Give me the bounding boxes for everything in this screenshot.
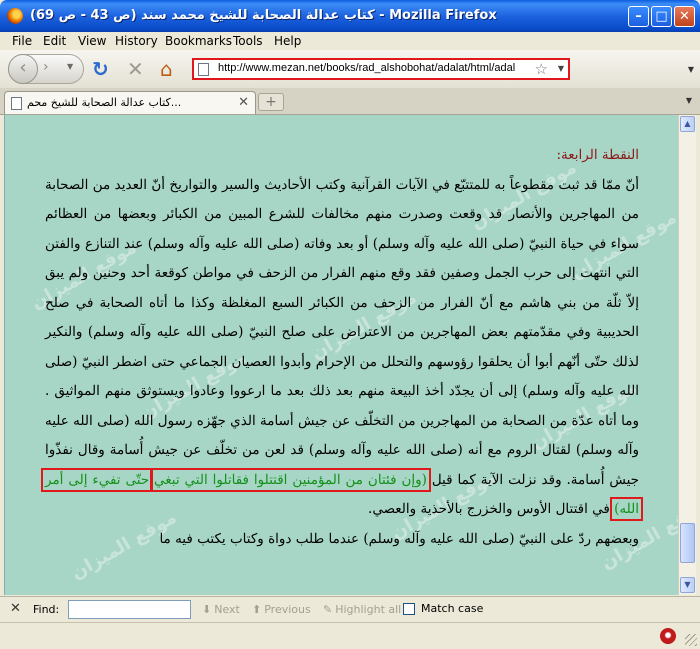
navigation-toolbar: ‹ › ▼ ↻ ✕ ⌂ http://www.mezan.net/books/r… [0, 50, 700, 89]
status-bar [0, 622, 700, 649]
scroll-thumb[interactable] [680, 523, 695, 563]
find-bar: ✕ Find: ⬇ Next ⬆ Previous ✎ Highlight all M… [0, 596, 700, 623]
match-case-label: Match case [421, 602, 484, 615]
page-icon [198, 63, 209, 76]
find-close-icon[interactable]: ✕ [10, 601, 21, 616]
page-icon [11, 97, 22, 110]
forward-button[interactable]: › [43, 59, 49, 75]
quran-verse-highlight: (وإن فئتان من المؤمنين اقتتلوا فقاتلوا ا… [150, 467, 431, 492]
menu-file[interactable]: File [12, 34, 32, 48]
menu-help[interactable]: Help [274, 34, 301, 48]
close-window-button[interactable]: ✕ [674, 6, 695, 27]
reload-button[interactable]: ↻ [92, 59, 109, 79]
new-tab-button[interactable]: + [258, 93, 284, 111]
firefox-logo-icon [7, 8, 23, 24]
paragraph-text: في اقتتال الأوس والخزرج بالأحذية والعصي. [368, 501, 610, 517]
tab-active[interactable]: كتاب عدالة الصحابة للشيخ محم... ✕ [4, 91, 256, 114]
menu-bar: File Edit View History Bookmarks Tools H… [0, 32, 700, 50]
highlight-icon: ✎ [323, 603, 333, 616]
tab-close-icon[interactable]: ✕ [238, 95, 249, 110]
menu-bookmarks[interactable]: Bookmarks [165, 34, 232, 48]
match-case-checkbox[interactable] [403, 603, 415, 615]
url-dropdown-icon[interactable]: ▼ [558, 64, 564, 73]
find-input[interactable] [68, 600, 191, 619]
back-button[interactable]: ‹ [8, 54, 38, 84]
maximize-button[interactable]: □ [651, 6, 672, 27]
scroll-down-button[interactable]: ▼ [680, 577, 695, 593]
url-bar[interactable]: http://www.mezan.net/books/rad_alshoboha… [192, 58, 570, 80]
minimize-button[interactable]: – [628, 6, 649, 27]
highlight-all-button[interactable]: ✎ Highlight all [323, 603, 401, 616]
bookmark-star-icon[interactable]: ☆ [535, 60, 548, 78]
resize-grip-icon[interactable] [685, 634, 697, 646]
highlight-all-label: Highlight all [335, 603, 402, 616]
url-text[interactable]: http://www.mezan.net/books/rad_alshoboha… [218, 62, 534, 74]
history-dropdown-icon[interactable]: ▼ [67, 62, 73, 71]
home-button[interactable]: ⌂ [160, 59, 173, 79]
paragraph-text: وبعضهم ردّ على النبيّ (صلى الله عليه وآل… [159, 530, 639, 547]
vertical-scrollbar[interactable]: ▲ ▼ [678, 115, 696, 595]
up-arrow-icon: ⬆ [252, 603, 262, 616]
menu-view[interactable]: View [78, 34, 106, 48]
find-next-label: Next [214, 603, 240, 616]
paragraph: أنّ ممّا قد ثبت مقطوعاً به للمتتبّع في ا… [41, 171, 643, 525]
article-text: النقطة الرابعة: أنّ ممّا قد ثبت مقطوعاً … [41, 141, 643, 555]
menu-edit[interactable]: Edit [43, 34, 66, 48]
toolbar-overflow-icon[interactable]: ▼ [688, 65, 694, 74]
page-content: موقع الميزان موقع الميزان موقع الميزان م… [4, 115, 679, 595]
title-bar: (كتاب عدالة الصحابة للشيخ محمد سند (ص 43… [0, 0, 700, 32]
find-previous-button[interactable]: ⬆ Previous [252, 603, 311, 616]
tab-list-dropdown-icon[interactable]: ▼ [686, 96, 692, 105]
paragraph: وبعضهم ردّ على النبيّ (صلى الله عليه وآل… [45, 525, 639, 555]
tab-title: كتاب عدالة الصحابة للشيخ محم... [27, 96, 182, 109]
addon-status-icon[interactable] [660, 628, 676, 644]
menu-history[interactable]: History [115, 34, 158, 48]
tab-bar: كتاب عدالة الصحابة للشيخ محم... ✕ + ▼ [0, 88, 700, 115]
find-label: Find: [33, 603, 60, 616]
back-forward-group: ‹ › ▼ [8, 54, 84, 84]
window-title: (كتاب عدالة الصحابة للشيخ محمد سند (ص 43… [30, 8, 497, 23]
paragraph-text: أنّ ممّا قد ثبت مقطوعاً به للمتتبّع في ا… [45, 176, 639, 488]
find-previous-label: Previous [264, 603, 311, 616]
down-arrow-icon: ⬇ [202, 603, 212, 616]
stop-button[interactable]: ✕ [127, 59, 144, 79]
scroll-up-button[interactable]: ▲ [680, 116, 695, 132]
find-next-button[interactable]: ⬇ Next [202, 603, 240, 616]
menu-tools[interactable]: Tools [233, 34, 263, 48]
section-heading: النقطة الرابعة: [556, 147, 640, 163]
